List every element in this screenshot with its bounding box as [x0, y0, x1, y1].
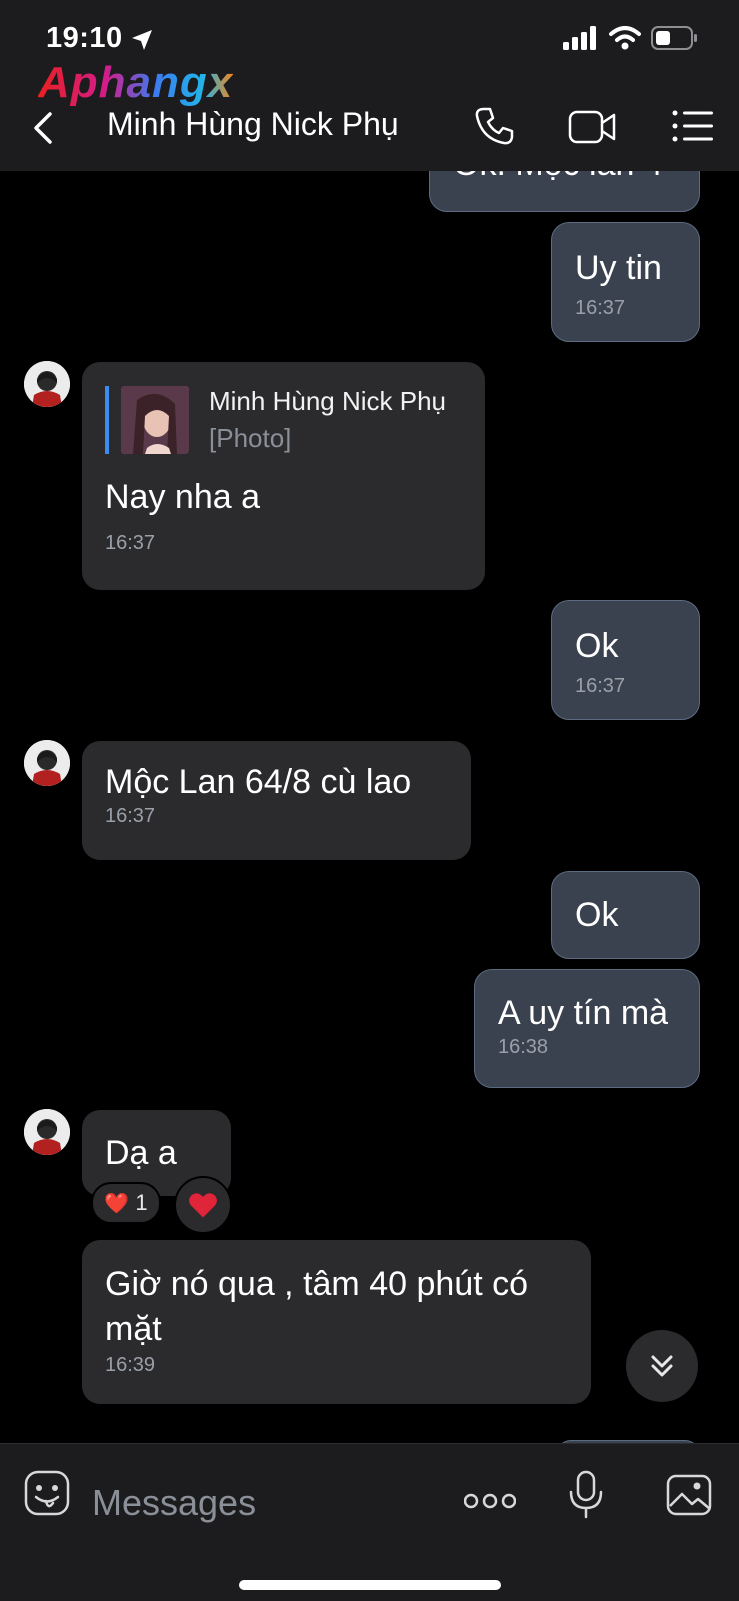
message-bubble-incoming[interactable]: Giờ nó qua , tâm 40 phút có mặt 16:39 — [82, 1240, 591, 1404]
phone-icon[interactable] — [474, 106, 514, 146]
battery-icon — [651, 26, 697, 50]
emoji-icon[interactable] — [24, 1470, 70, 1516]
scroll-to-bottom-button[interactable] — [626, 1330, 698, 1402]
status-indicators — [563, 26, 699, 50]
message-time: 16:37 — [575, 297, 626, 319]
message-bubble-outgoing[interactable]: Uy tin 16:37 — [551, 222, 700, 342]
message-bubble-outgoing[interactable]: Ok 16:37 — [551, 600, 700, 720]
watermark-logo: Aphangx — [38, 58, 234, 107]
image-icon[interactable] — [666, 1474, 712, 1516]
avatar[interactable] — [24, 1109, 70, 1155]
status-time: 19:10 — [46, 22, 123, 54]
message-text: Nay nha a — [105, 478, 260, 516]
message-bubble-incoming[interactable]: Minh Hùng Nick Phụ [Photo] Nay nha a 16:… — [82, 362, 485, 590]
location-arrow-icon — [132, 30, 152, 50]
more-dots-icon[interactable] — [464, 1492, 516, 1510]
message-text: Ok — [575, 896, 619, 934]
quoted-message[interactable]: Minh Hùng Nick Phụ [Photo] — [105, 386, 462, 454]
message-time: 16:38 — [498, 1036, 549, 1058]
message-text: Dạ a — [105, 1134, 177, 1172]
quoted-sender-name: Minh Hùng Nick Phụ — [209, 386, 446, 416]
reaction-count: 1 — [135, 1190, 148, 1215]
wifi-icon — [609, 26, 641, 50]
back-chevron-icon[interactable] — [28, 108, 62, 148]
message-input[interactable] — [90, 1474, 424, 1532]
avatar[interactable] — [24, 361, 70, 407]
message-time: 16:37 — [575, 675, 626, 697]
message-text: Uy tin — [575, 249, 662, 287]
message-composer — [0, 1443, 739, 1601]
chat-header: 19:10 Aphangx Minh Hùng Nick Phụ — [0, 0, 739, 171]
message-text: A uy tín mà — [498, 994, 669, 1032]
message-time: 16:37 — [105, 805, 156, 827]
heart-icon — [189, 1193, 217, 1218]
reaction-count-badge[interactable]: ❤️ 1 — [91, 1182, 161, 1224]
chat-title[interactable]: Minh Hùng Nick Phụ — [107, 106, 399, 143]
message-time: 16:39 — [105, 1354, 156, 1376]
heart-icon: ❤️ — [104, 1192, 130, 1215]
message-time: 16:37 — [105, 532, 156, 554]
avatar[interactable] — [24, 740, 70, 786]
message-text: Ok — [575, 627, 619, 665]
message-bubble-outgoing[interactable]: A uy tín mà 16:38 — [474, 969, 700, 1088]
home-indicator[interactable] — [239, 1580, 501, 1590]
add-reaction-button[interactable] — [174, 1176, 232, 1234]
chevron-double-down-icon — [651, 1355, 673, 1377]
video-camera-icon[interactable] — [568, 110, 618, 144]
message-bubble-incoming[interactable]: Mộc Lan 64/8 cù lao 16:37 — [82, 741, 471, 860]
quoted-photo-thumbnail — [121, 386, 189, 454]
message-text: Giờ nó qua , tâm 40 phút có mặt — [105, 1265, 528, 1348]
microphone-icon[interactable] — [568, 1470, 604, 1520]
message-text: Mộc Lan 64/8 cù lao — [105, 763, 412, 801]
list-menu-icon[interactable] — [672, 110, 714, 142]
quoted-message-type: [Photo] — [209, 423, 292, 453]
signal-icon — [563, 26, 596, 50]
message-bubble-outgoing[interactable]: Ok — [551, 871, 700, 959]
